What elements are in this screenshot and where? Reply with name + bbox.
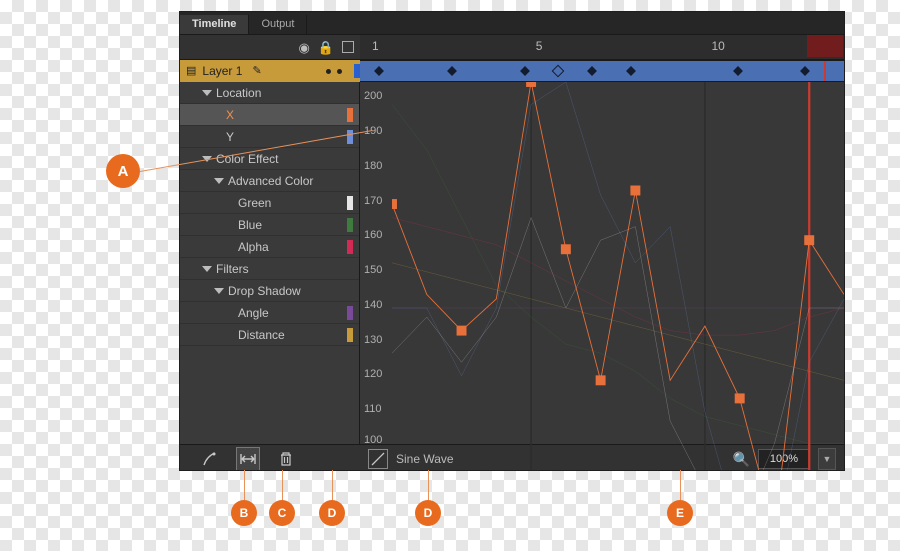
disclosure-triangle-icon <box>202 266 212 272</box>
keyframe[interactable] <box>520 66 530 76</box>
disclosure-triangle-icon <box>202 90 212 96</box>
layer-toggle-dots <box>326 69 342 74</box>
fit-horizontal-tool[interactable] <box>236 447 260 470</box>
prop-green[interactable]: Green <box>180 192 359 214</box>
layer-name: Layer 1 <box>202 64 242 78</box>
eye-icon[interactable]: ◉ <box>298 41 309 54</box>
swatch-y <box>347 130 353 144</box>
main-area: Location X Y Color Effect Advanced Color <box>180 82 844 444</box>
swatch-blue <box>347 218 353 232</box>
curve-keyframe[interactable] <box>735 393 745 403</box>
y-axis-label: 200 <box>364 90 382 102</box>
anchor-add-icon <box>202 451 218 467</box>
y-axis-label: 150 <box>364 264 382 276</box>
tab-strip: Timeline Output <box>180 12 844 35</box>
pencil-icon: ✎ <box>252 66 261 77</box>
y-axis-label: 140 <box>364 299 382 311</box>
layer-type-icon: ▤ <box>186 66 196 77</box>
callout-lead <box>244 470 245 502</box>
trash-icon <box>279 451 293 467</box>
prop-group-advanced-color[interactable]: Advanced Color <box>180 170 359 192</box>
disclosure-triangle-icon <box>214 178 224 184</box>
prop-x[interactable]: X <box>180 104 359 126</box>
callout-E: E <box>667 500 693 526</box>
dot-visibility[interactable] <box>326 69 331 74</box>
playhead-indicator[interactable] <box>807 35 843 57</box>
lock-icon[interactable]: 🔒 <box>318 41 334 54</box>
tab-output[interactable]: Output <box>249 15 307 34</box>
swatch-distance <box>347 328 353 342</box>
prop-blue[interactable]: Blue <box>180 214 359 236</box>
prop-group-drop-shadow[interactable]: Drop Shadow <box>180 280 359 302</box>
layer-header[interactable]: ▤ Layer 1 ✎ <box>180 60 360 82</box>
curve-keyframe[interactable] <box>526 82 536 87</box>
swatch-x <box>347 108 353 122</box>
prop-group-filters[interactable]: Filters <box>180 258 359 280</box>
curve-keyframe[interactable] <box>392 199 397 209</box>
frame-number-1: 1 <box>372 39 379 53</box>
keyframe[interactable] <box>374 66 384 76</box>
layer-column-icons: ◉ 🔒 <box>180 35 360 59</box>
swatch-alpha <box>347 240 353 254</box>
callout-C: C <box>269 500 295 526</box>
keyframe[interactable] <box>800 66 810 76</box>
layer-row[interactable]: ▤ Layer 1 ✎ <box>180 60 844 82</box>
curve-y[interactable] <box>392 82 844 470</box>
swatch-green <box>347 196 353 210</box>
keyframe[interactable] <box>733 66 743 76</box>
layer-keyframe-strip[interactable] <box>360 60 844 82</box>
callout-lead <box>332 470 333 502</box>
y-axis-label: 110 <box>364 403 382 415</box>
callout-lead <box>428 470 429 502</box>
ease-curve-icon <box>371 452 385 466</box>
callout-lead <box>282 470 283 502</box>
delete-tool[interactable] <box>274 447 298 470</box>
y-axis-label: 180 <box>364 160 382 172</box>
curve-green[interactable] <box>392 218 844 470</box>
prop-group-location[interactable]: Location <box>180 82 359 104</box>
timeline-header: ◉ 🔒 1 5 10 <box>180 35 844 60</box>
keyframe[interactable] <box>587 66 597 76</box>
playhead-line[interactable] <box>824 61 826 81</box>
y-axis-label: 120 <box>364 368 382 380</box>
y-axis-label: 160 <box>364 229 382 241</box>
keyframe[interactable] <box>626 66 636 76</box>
y-axis-label: 130 <box>364 334 382 346</box>
callout-A: A <box>106 154 140 188</box>
prop-alpha[interactable]: Alpha <box>180 236 359 258</box>
curve-distance[interactable] <box>392 263 844 381</box>
keyframe[interactable] <box>552 65 565 78</box>
curve-keyframe[interactable] <box>596 375 606 385</box>
graph-area[interactable]: 200 190 180 170 160 150 140 130 120 110 … <box>360 82 844 444</box>
swatch-angle <box>347 306 353 320</box>
ease-preset-icon[interactable] <box>368 449 388 469</box>
add-anchor-tool[interactable] <box>198 447 222 470</box>
frame-number-10: 10 <box>711 39 724 53</box>
curve-keyframe[interactable] <box>457 326 467 336</box>
curve-keyframe[interactable] <box>630 186 640 196</box>
curve-keyframe[interactable] <box>561 244 571 254</box>
disclosure-triangle-icon <box>214 288 224 294</box>
callout-lead <box>680 470 681 502</box>
y-axis-label: 100 <box>364 434 382 446</box>
tab-timeline[interactable]: Timeline <box>180 15 249 34</box>
callout-B: B <box>231 500 257 526</box>
curve-blue[interactable] <box>392 105 844 444</box>
prop-angle[interactable]: Angle <box>180 302 359 324</box>
curve-alpha[interactable] <box>392 218 844 336</box>
outline-toggle-icon[interactable] <box>342 41 354 53</box>
curve-keyframe[interactable] <box>804 235 814 245</box>
prop-distance[interactable]: Distance <box>180 324 359 346</box>
keyframe[interactable] <box>447 66 457 76</box>
motion-editor-panel: Timeline Output ◉ 🔒 1 5 10 ▤ Layer 1 ✎ <box>180 12 844 470</box>
dot-lock[interactable] <box>337 69 342 74</box>
curve-canvas[interactable] <box>392 82 844 470</box>
frame-number-5: 5 <box>536 39 543 53</box>
fit-horizontal-icon <box>240 451 256 467</box>
y-axis-label: 170 <box>364 195 382 207</box>
callout-D2: D <box>415 500 441 526</box>
frame-ruler[interactable]: 1 5 10 <box>360 35 844 59</box>
curve-x[interactable] <box>392 82 844 470</box>
callout-D: D <box>319 500 345 526</box>
